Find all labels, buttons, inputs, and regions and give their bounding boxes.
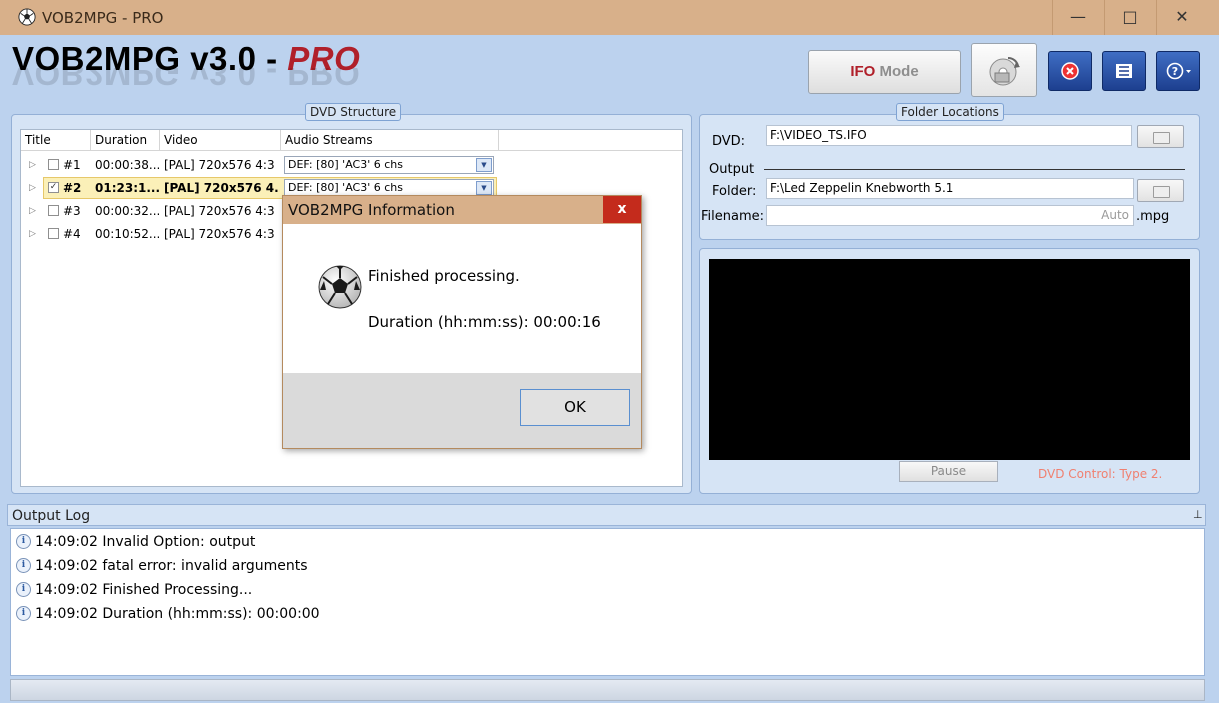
output-folder-field[interactable]: F:\Led Zeppelin Knebworth 5.1 bbox=[766, 178, 1134, 199]
log-entry: i 14:09:02 fatal error: invalid arguments bbox=[16, 558, 308, 574]
info-icon: i bbox=[16, 534, 31, 549]
dvd-label: DVD: bbox=[712, 134, 746, 149]
stop-icon bbox=[1061, 62, 1079, 80]
output-log-list[interactable]: i 14:09:02 Invalid Option: output i 14:09:… bbox=[10, 528, 1205, 676]
log-entry-text: 14:09:02 Invalid Option: output bbox=[35, 534, 256, 550]
header-divider bbox=[21, 150, 682, 151]
row-checkbox[interactable] bbox=[48, 228, 59, 239]
log-entry-text: 14:09:02 fatal error: invalid arguments bbox=[35, 558, 308, 574]
filename-field[interactable]: Auto bbox=[766, 205, 1134, 226]
folder-browse-button[interactable] bbox=[1137, 179, 1184, 202]
expand-arrow-icon[interactable]: ▷ bbox=[29, 229, 36, 239]
svg-text:?: ? bbox=[1172, 65, 1178, 78]
log-entry-text: 14:09:02 Duration (hh:mm:ss): 00:00:00 bbox=[35, 606, 320, 622]
help-button[interactable]: ? bbox=[1156, 51, 1200, 91]
column-header-title[interactable]: Title bbox=[21, 130, 91, 150]
folder-locations-title: Folder Locations bbox=[896, 103, 1004, 121]
table-row[interactable]: ▷ #1 00:00:38... [PAL] 720x576 4:3 DEF: … bbox=[21, 154, 682, 177]
output-separator bbox=[764, 169, 1185, 170]
audio-stream-value: DEF: [80] 'AC3' 6 chs bbox=[288, 181, 403, 194]
folder-label: Folder: bbox=[712, 184, 757, 199]
row-checkbox[interactable]: ✓ bbox=[48, 182, 59, 193]
dropdown-arrow-icon[interactable]: ▼ bbox=[476, 181, 492, 195]
info-icon: i bbox=[16, 558, 31, 573]
help-icon: ? bbox=[1166, 62, 1191, 80]
ifo-mode-button[interactable]: IFO Mode bbox=[808, 50, 961, 94]
row-duration: 00:00:32... bbox=[95, 204, 159, 218]
output-log-header: Output Log ⊥ bbox=[7, 504, 1206, 526]
status-bar bbox=[10, 679, 1205, 701]
information-dialog: VOB2MPG Information x Finished processin… bbox=[282, 195, 642, 449]
row-title: #3 bbox=[63, 204, 81, 218]
row-duration: 01:23:1... bbox=[95, 181, 159, 195]
output-label: Output bbox=[709, 162, 755, 177]
folder-icon bbox=[1153, 132, 1170, 144]
info-icon: i bbox=[16, 582, 31, 597]
row-video: [PAL] 720x576 4:3 bbox=[164, 158, 275, 172]
row-title: #2 bbox=[63, 181, 82, 195]
dialog-message: Finished processing. bbox=[368, 267, 520, 285]
column-header-video[interactable]: Video bbox=[160, 130, 281, 150]
log-entry: i 14:09:02 Duration (hh:mm:ss): 00:00:00 bbox=[16, 606, 320, 622]
logo-reflection-main: VOB2MPG v3.0 - bbox=[12, 68, 288, 92]
window-title: VOB2MPG - PRO bbox=[42, 9, 164, 27]
info-icon: i bbox=[16, 606, 31, 621]
column-header-audio-streams[interactable]: Audio Streams bbox=[281, 130, 499, 150]
expand-arrow-icon[interactable]: ▷ bbox=[29, 206, 36, 216]
close-button[interactable]: ✕ bbox=[1156, 0, 1208, 35]
log-entry-text: 14:09:02 Finished Processing... bbox=[35, 582, 253, 598]
dvd-browse-button[interactable] bbox=[1137, 125, 1184, 148]
log-entry: i 14:09:02 Finished Processing... bbox=[16, 582, 252, 598]
minimize-button[interactable]: — bbox=[1052, 0, 1104, 35]
ifo-mode-prefix: IFO bbox=[850, 63, 876, 80]
output-log-title: Output Log bbox=[12, 508, 91, 524]
column-header-duration[interactable]: Duration bbox=[91, 130, 160, 150]
row-checkbox[interactable] bbox=[48, 205, 59, 216]
list-icon bbox=[1116, 64, 1132, 78]
row-duration: 00:00:38... bbox=[95, 158, 159, 172]
filename-label: Filename: bbox=[701, 209, 765, 224]
soccer-ball-icon bbox=[18, 8, 36, 26]
maximize-button[interactable]: □ bbox=[1104, 0, 1156, 35]
row-duration: 00:10:52... bbox=[95, 227, 159, 241]
video-preview-screen[interactable] bbox=[709, 259, 1190, 460]
dvd-control-status: DVD Control: Type 2. bbox=[1038, 467, 1163, 481]
row-video: [PAL] 720x576 4:3 bbox=[164, 204, 275, 218]
convert-button[interactable] bbox=[971, 43, 1037, 97]
expand-arrow-icon[interactable]: ▷ bbox=[29, 183, 36, 193]
folder-icon bbox=[1153, 186, 1170, 198]
row-title: #1 bbox=[63, 158, 81, 172]
log-entry: i 14:09:02 Invalid Option: output bbox=[16, 534, 255, 550]
list-button[interactable] bbox=[1102, 51, 1146, 91]
soccer-ball-icon bbox=[318, 265, 362, 309]
logo-reflection: VOB2MPG v3.0 - PRO bbox=[12, 68, 360, 92]
row-video: [PAL] 720x576 4:3 bbox=[164, 227, 275, 241]
dialog-duration: Duration (hh:mm:ss): 00:00:16 bbox=[368, 313, 601, 331]
convert-disc-icon bbox=[989, 56, 1020, 86]
title-bar bbox=[0, 0, 1219, 35]
dvd-path-field[interactable]: F:\VIDEO_TS.IFO bbox=[766, 125, 1132, 146]
row-title: #4 bbox=[63, 227, 81, 241]
dialog-title: VOB2MPG Information bbox=[288, 201, 455, 219]
dropdown-arrow-icon[interactable]: ▼ bbox=[476, 158, 492, 172]
row-checkbox[interactable] bbox=[48, 159, 59, 170]
row-video: [PAL] 720x576 4... bbox=[164, 181, 280, 195]
pin-icon[interactable]: ⊥ bbox=[1193, 508, 1203, 521]
ok-button[interactable]: OK bbox=[520, 389, 630, 426]
dialog-close-button[interactable]: x bbox=[603, 196, 641, 223]
stop-button[interactable] bbox=[1048, 51, 1092, 91]
audio-stream-value: DEF: [80] 'AC3' 6 chs bbox=[288, 158, 403, 171]
expand-arrow-icon[interactable]: ▷ bbox=[29, 160, 36, 170]
logo-reflection-pro: PRO bbox=[287, 68, 361, 92]
dvd-structure-title: DVD Structure bbox=[305, 103, 402, 121]
filename-extension: .mpg bbox=[1136, 209, 1170, 224]
ifo-mode-suffix: Mode bbox=[875, 63, 919, 80]
pause-button[interactable]: Pause bbox=[899, 461, 998, 482]
audio-stream-select[interactable]: DEF: [80] 'AC3' 6 chs ▼ bbox=[284, 156, 494, 174]
